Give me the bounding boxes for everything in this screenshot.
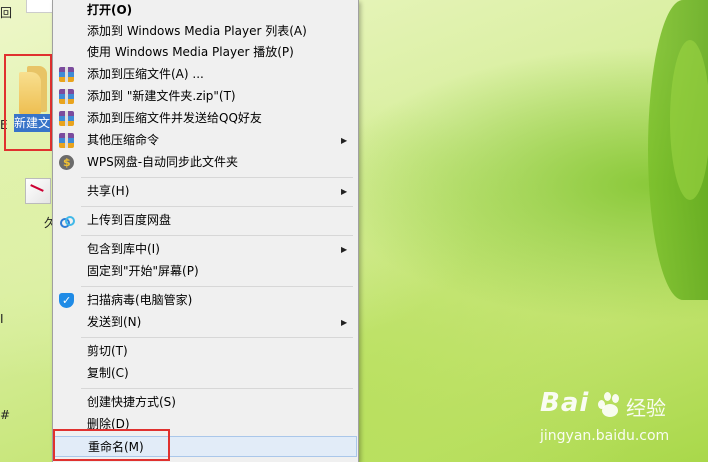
menu-separator: [81, 337, 353, 338]
wallpaper-leaf-highlight: [670, 40, 708, 200]
menu-item-add-to-zip[interactable]: 添加到 "新建文件夹.zip"(T): [53, 86, 358, 107]
menu-item-label: 其他压缩命令: [87, 133, 160, 147]
menu-item-other-compress[interactable]: 其他压缩命令 ▶: [53, 130, 358, 151]
watermark-url: jingyan.baidu.com: [540, 428, 670, 444]
winrar-icon: [59, 67, 74, 82]
menu-item-share[interactable]: 共享(H) ▶: [53, 181, 358, 202]
menu-item-scan-virus[interactable]: 扫描病毒(电脑管家): [53, 290, 358, 311]
menu-item-label: 添加到 Windows Media Player 列表(A): [87, 24, 307, 38]
desktop-icon-partial-top[interactable]: [26, 0, 54, 13]
baidu-netdisk-icon: [59, 213, 75, 228]
winrar-icon: [59, 89, 74, 104]
desktop-label-partial: I: [0, 312, 4, 326]
desktop-shortcut-icon[interactable]: [25, 178, 51, 204]
menu-item-label: 包含到库中(I): [87, 242, 160, 256]
menu-separator: [81, 235, 353, 236]
menu-item-label: 添加到压缩文件(A) ...: [87, 67, 204, 81]
menu-item-archive-send-qq[interactable]: 添加到压缩文件并发送给QQ好友: [53, 108, 358, 129]
submenu-arrow-icon: ▶: [341, 318, 348, 327]
context-menu: 打开(O) 添加到 Windows Media Player 列表(A) 使用 …: [52, 0, 359, 462]
menu-item-send-to[interactable]: 发送到(N) ▶: [53, 312, 358, 333]
desktop-label-partial: #: [0, 408, 11, 422]
annotation-box-folder: [4, 54, 52, 151]
watermark-jingyan: 经验: [626, 396, 666, 420]
menu-item-label: 发送到(N): [87, 315, 142, 329]
submenu-arrow-icon: ▶: [341, 187, 348, 196]
menu-item-label: 剪切(T): [87, 344, 128, 358]
menu-item-label: 扫描病毒(电脑管家): [87, 293, 193, 307]
menu-item-add-to-wmp-list[interactable]: 添加到 Windows Media Player 列表(A): [53, 21, 358, 42]
menu-item-include-in-library[interactable]: 包含到库中(I) ▶: [53, 239, 358, 260]
menu-item-wps-cloud-sync[interactable]: WPS网盘-自动同步此文件夹: [53, 152, 358, 173]
winrar-icon: [59, 133, 74, 148]
menu-separator: [81, 286, 353, 287]
watermark-brand: Bai: [540, 388, 590, 418]
menu-item-play-with-wmp[interactable]: 使用 Windows Media Player 播放(P): [53, 42, 358, 63]
menu-item-label: 打开(O): [87, 3, 133, 17]
submenu-arrow-icon: ▶: [341, 136, 348, 145]
menu-item-label: 上传到百度网盘: [87, 213, 172, 227]
menu-separator: [81, 388, 353, 389]
menu-separator: [81, 177, 353, 178]
menu-item-label: 添加到 "新建文件夹.zip"(T): [87, 89, 236, 103]
menu-item-add-to-archive[interactable]: 添加到压缩文件(A) ...: [53, 64, 358, 85]
menu-item-label: 创建快捷方式(S): [87, 395, 176, 409]
menu-item-open[interactable]: 打开(O): [53, 0, 358, 21]
menu-item-label: 固定到"开始"屏幕(P): [87, 264, 199, 278]
menu-item-label: 添加到压缩文件并发送给QQ好友: [87, 111, 262, 125]
menu-item-label: 使用 Windows Media Player 播放(P): [87, 45, 294, 59]
menu-item-cut[interactable]: 剪切(T): [53, 341, 358, 362]
pc-manager-shield-icon: [59, 290, 74, 311]
wps-cloud-icon: [59, 152, 74, 173]
menu-item-label: WPS网盘-自动同步此文件夹: [87, 155, 239, 169]
annotation-box-rename: [53, 429, 170, 461]
desktop-label-partial: 回: [0, 6, 13, 20]
menu-separator: [81, 206, 353, 207]
menu-item-label: 共享(H): [87, 184, 130, 198]
winrar-icon: [59, 111, 74, 126]
baidu-jingyan-watermark: Bai 经验 jingyan.baidu.com: [540, 388, 700, 448]
baidu-paw-icon: [596, 390, 624, 418]
submenu-arrow-icon: ▶: [341, 245, 348, 254]
menu-item-create-shortcut[interactable]: 创建快捷方式(S): [53, 392, 358, 413]
menu-item-pin-to-start[interactable]: 固定到"开始"屏幕(P): [53, 261, 358, 282]
menu-item-upload-baidu[interactable]: 上传到百度网盘: [53, 210, 358, 231]
menu-item-copy[interactable]: 复制(C): [53, 363, 358, 384]
menu-item-label: 复制(C): [87, 366, 129, 380]
